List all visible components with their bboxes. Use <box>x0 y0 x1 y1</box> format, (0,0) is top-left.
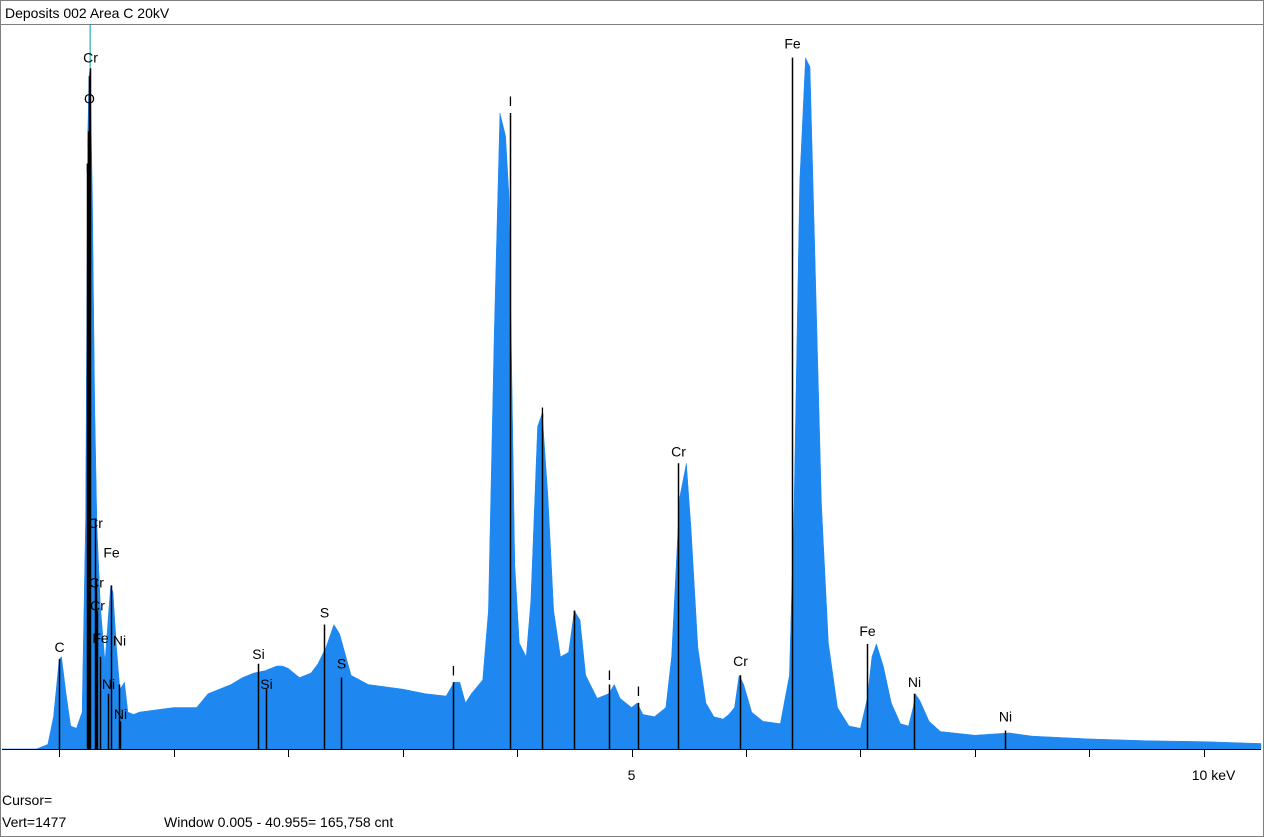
element-marker-label: I <box>509 93 513 109</box>
element-marker-label: I <box>608 667 612 683</box>
element-marker-label: Cr <box>83 49 98 65</box>
element-marker-label: Cr <box>90 598 105 614</box>
element-marker-label: Si <box>260 676 272 692</box>
element-marker-label: Si <box>252 646 264 662</box>
element-marker-label: Ni <box>113 632 126 648</box>
x-tick-label: 5 <box>628 767 636 783</box>
element-marker-label: Fe <box>859 623 876 639</box>
status-bar: Cursor= Vert=1477 Window 0.005 - 40.955=… <box>2 790 1260 835</box>
cursor-readout: Cursor= <box>2 792 53 808</box>
element-marker-label: Cr <box>671 443 686 459</box>
element-marker-label: Ni <box>114 706 127 722</box>
plot-area[interactable]: 5 10 keVCCrOIICrCrCrFeFeNiNiNiSiSiSS IIIII… <box>2 24 1262 783</box>
element-marker-label: Ni <box>999 708 1012 724</box>
element-marker-label: Fe <box>784 35 801 51</box>
element-marker-label: S <box>337 655 346 671</box>
eds-spectrum-chart[interactable]: 5 10 keVCCrOIICrCrCrFeFeNiNiNiSiSiSS IIIII… <box>0 0 1264 790</box>
element-marker-label: Cr <box>88 515 103 531</box>
element-marker-label: I <box>87 135 91 151</box>
element-marker-label: I <box>573 607 577 623</box>
element-marker-label: Cr <box>89 575 104 591</box>
element-marker-label: I <box>541 404 545 420</box>
element-marker-label: Fe <box>103 545 120 561</box>
element-marker-label: Ni <box>102 676 115 692</box>
x-tick-label: 10 keV <box>1192 767 1236 783</box>
element-marker-label: C <box>54 639 64 655</box>
element-marker-label: O <box>84 91 95 107</box>
element-marker-label: I <box>86 160 90 176</box>
element-marker-label: S <box>320 605 329 621</box>
element-marker-label: Cr <box>733 653 748 669</box>
vert-readout: Vert=1477 <box>2 814 67 830</box>
element-marker-label: I <box>452 662 456 678</box>
window-readout: Window 0.005 - 40.955= 165,758 cnt <box>164 814 394 830</box>
element-marker-label: Fe <box>92 630 109 646</box>
element-marker-label: Ni <box>908 674 921 690</box>
element-marker-label: I <box>637 683 641 699</box>
spectrum-area <box>2 57 1262 750</box>
